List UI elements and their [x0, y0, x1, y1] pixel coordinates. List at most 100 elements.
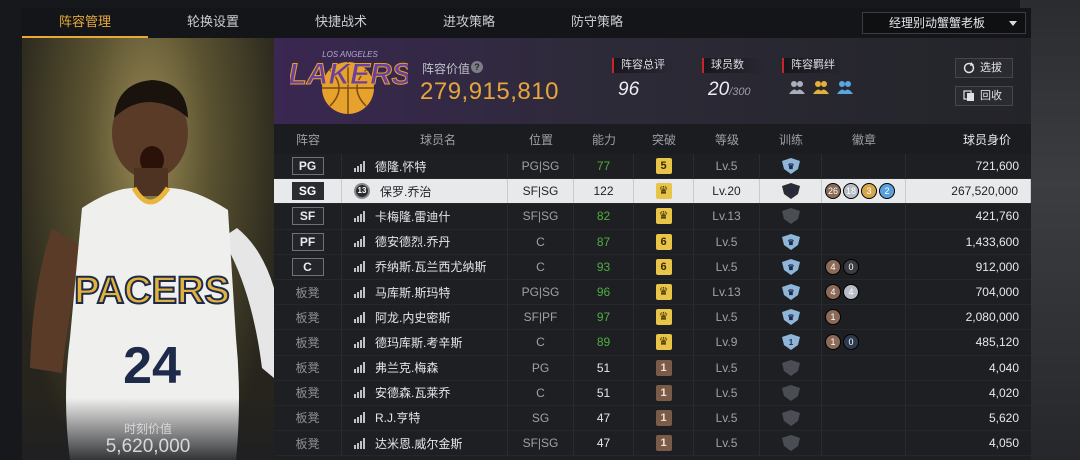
col-name[interactable]: 球员名 — [342, 124, 508, 154]
training-cell[interactable] — [760, 355, 822, 380]
players-value-wrap: 20/300 — [702, 79, 764, 101]
row-name-cell[interactable]: 乔纳斯.瓦兰西尤纳斯 — [342, 254, 508, 279]
lakers-logo: LOS ANGELES LAKERS — [288, 48, 412, 119]
col-breakthrough[interactable]: 突破 — [634, 124, 694, 154]
row-name-cell[interactable]: 德玛库斯.考辛斯 — [342, 330, 508, 355]
tab-quick-tactics[interactable]: 快捷战术 — [278, 8, 404, 38]
badges-cell[interactable]: 40 — [822, 254, 906, 279]
table-row[interactable]: 板凳 弗兰克.梅森 PG 51 1 Lv.5 4,040 — [274, 355, 1031, 381]
breakthrough-cell[interactable]: ♛ — [634, 179, 694, 204]
table-row[interactable]: PG 德隆.怀特 PG|SG 77 5 Lv.5 ♛ 721,600 — [274, 154, 1031, 180]
badges-cell[interactable] — [822, 355, 906, 380]
table-row[interactable]: 板凳 阿龙.内史密斯 SF|PF 97 ♛ Lv.5 ♛ 1 2,080,000 — [274, 305, 1031, 331]
badges-cell[interactable] — [822, 154, 906, 179]
badges-cell[interactable]: 44 — [822, 279, 906, 305]
player-portrait[interactable]: PACERS 24 时刻价值 5,620,000 — [22, 38, 274, 460]
player-position: SG — [508, 405, 574, 431]
breakthrough-cell[interactable]: ♛ — [634, 305, 694, 330]
player-name: 安德森.瓦莱乔 — [375, 386, 451, 401]
training-cell[interactable]: ♛ — [760, 154, 822, 179]
breakthrough-cell[interactable]: ♛ — [634, 279, 694, 305]
training-cell[interactable] — [760, 204, 822, 229]
bench-label: 板凳 — [295, 335, 320, 350]
team-dropdown[interactable]: 经理别动蟹蟹老板 — [862, 12, 1026, 34]
bond-blue-icon[interactable] — [836, 79, 854, 95]
tab-lineup[interactable]: 阵容管理 — [22, 8, 148, 38]
breakthrough-cell[interactable]: 1 — [634, 355, 694, 380]
col-lineup[interactable]: 阵容 — [274, 124, 342, 154]
row-name-cell[interactable]: 卡梅隆.雷迪什 — [342, 204, 508, 229]
training-cell[interactable] — [760, 380, 822, 405]
badges-cell[interactable] — [822, 229, 906, 254]
bond-silver-icon[interactable] — [788, 79, 806, 95]
table-row[interactable]: 板凳 德玛库斯.考辛斯 C 89 ♛ Lv.9 1 1 0 485,120 — [274, 330, 1031, 356]
select-button[interactable]: 选拔 — [955, 58, 1013, 78]
table-row[interactable]: SG 13 保罗.乔治 SF|SG 122 ♛ Lv.20 ♛ 26 18 3 2 267,520,00… — [274, 179, 1031, 205]
breakthrough-cell[interactable]: 5 — [634, 154, 694, 179]
row-name-cell[interactable]: 德隆.怀特 — [342, 154, 508, 179]
row-name-cell[interactable]: 弗兰克.梅森 — [342, 355, 508, 380]
badges-cell[interactable] — [822, 380, 906, 405]
breakthrough-cell[interactable]: 1 — [634, 380, 694, 405]
breakthrough-cell[interactable]: 6 — [634, 229, 694, 254]
col-level[interactable]: 等级 — [694, 124, 760, 154]
breakthrough-cell[interactable]: 1 — [634, 431, 694, 456]
training-cell[interactable]: 1 — [760, 330, 822, 355]
badges-cell[interactable]: 26 18 3 2 — [822, 179, 906, 204]
training-cell[interactable]: ♛ — [760, 229, 822, 254]
badge-icon: 0 — [843, 334, 859, 351]
help-icon[interactable]: ? — [471, 61, 483, 73]
svg-text:♛: ♛ — [787, 288, 794, 297]
tab-rotation[interactable]: 轮换设置 — [150, 8, 276, 38]
breakthrough-level: 1 — [655, 359, 672, 376]
col-position[interactable]: 位置 — [508, 124, 574, 154]
team-dropdown-value: 经理别动蟹蟹老板 — [889, 16, 986, 30]
row-name-cell[interactable]: 德安德烈.乔丹 — [342, 229, 508, 254]
breakthrough-level: 1 — [655, 409, 672, 426]
badges-cell[interactable] — [822, 204, 906, 229]
row-name-cell[interactable]: 安德森.瓦莱乔 — [342, 380, 508, 405]
training-cell[interactable] — [760, 431, 822, 456]
table-row[interactable]: PF 德安德烈.乔丹 C 87 6 Lv.5 ♛ 1,433,600 — [274, 229, 1031, 255]
table-row[interactable]: C 乔纳斯.瓦兰西尤纳斯 C 93 6 Lv.5 ♛ 4 0 912,000 — [274, 254, 1031, 280]
player-level: Lv.13 — [694, 279, 760, 305]
svg-text:♛: ♛ — [787, 162, 794, 171]
row-name-cell[interactable]: 达米恩.威尔金斯 — [342, 431, 508, 456]
badges-cell[interactable]: 1 — [822, 305, 906, 330]
training-cell[interactable] — [760, 405, 822, 431]
badges-cell[interactable] — [822, 431, 906, 456]
badges-cell[interactable] — [822, 405, 906, 431]
table-row[interactable]: 板凳 马库斯.斯玛特 PG|SG 96 ♛ Lv.13 ♛ 4 4 704,000 — [274, 279, 1031, 306]
training-cell[interactable]: ♛ — [760, 305, 822, 330]
breakthrough-cell[interactable]: 1 — [634, 405, 694, 431]
signal-bars-icon — [354, 210, 365, 222]
breakthrough-cell[interactable]: ♛ — [634, 204, 694, 229]
rating-value: 96 — [618, 79, 640, 100]
breakthrough-cell[interactable]: ♛ — [634, 330, 694, 355]
col-training[interactable]: 训练 — [760, 124, 822, 154]
row-name-cell[interactable]: 马库斯.斯玛特 — [342, 279, 508, 305]
recall-button[interactable]: 回收 — [955, 86, 1013, 106]
col-salary[interactable]: 球员身价 — [906, 124, 1031, 154]
breakthrough-cell[interactable]: 6 — [634, 254, 694, 279]
training-cell[interactable]: ♛ — [760, 254, 822, 279]
col-ability[interactable]: 能力 — [574, 124, 634, 154]
lineup-header: LOS ANGELES LAKERS 阵容价值 ? 279,915,810 阵容… — [274, 38, 1031, 124]
tab-defense[interactable]: 防守策略 — [534, 8, 660, 38]
badge-icon: 26 — [825, 183, 841, 200]
table-row[interactable]: SF 卡梅隆.雷迪什 SF|SG 82 ♛ Lv.13 421,760 — [274, 204, 1031, 230]
table-row[interactable]: 板凳 安德森.瓦莱乔 C 51 1 Lv.5 4,020 — [274, 380, 1031, 406]
training-cell[interactable]: ♛ — [760, 179, 822, 204]
col-badges[interactable]: 徽章 — [822, 124, 906, 154]
tab-offense[interactable]: 进攻策略 — [406, 8, 532, 38]
training-cell[interactable]: ♛ — [760, 279, 822, 305]
row-name-cell[interactable]: 阿龙.内史密斯 — [342, 305, 508, 330]
table-row[interactable]: 板凳 达米恩.威尔金斯 SF|SG 47 1 Lv.5 4,050 — [274, 431, 1031, 457]
bond-gold-icon[interactable] — [812, 79, 830, 95]
row-name-cell[interactable]: 13 保罗.乔治 — [342, 179, 508, 204]
badges-cell[interactable]: 10 — [822, 330, 906, 355]
badge-icon: 4 — [825, 258, 841, 275]
table-row[interactable]: 板凳 R.J.亨特 SG 47 1 Lv.5 5,620 — [274, 405, 1031, 432]
row-name-cell[interactable]: R.J.亨特 — [342, 405, 508, 431]
player-level: Lv.20 — [694, 179, 760, 204]
